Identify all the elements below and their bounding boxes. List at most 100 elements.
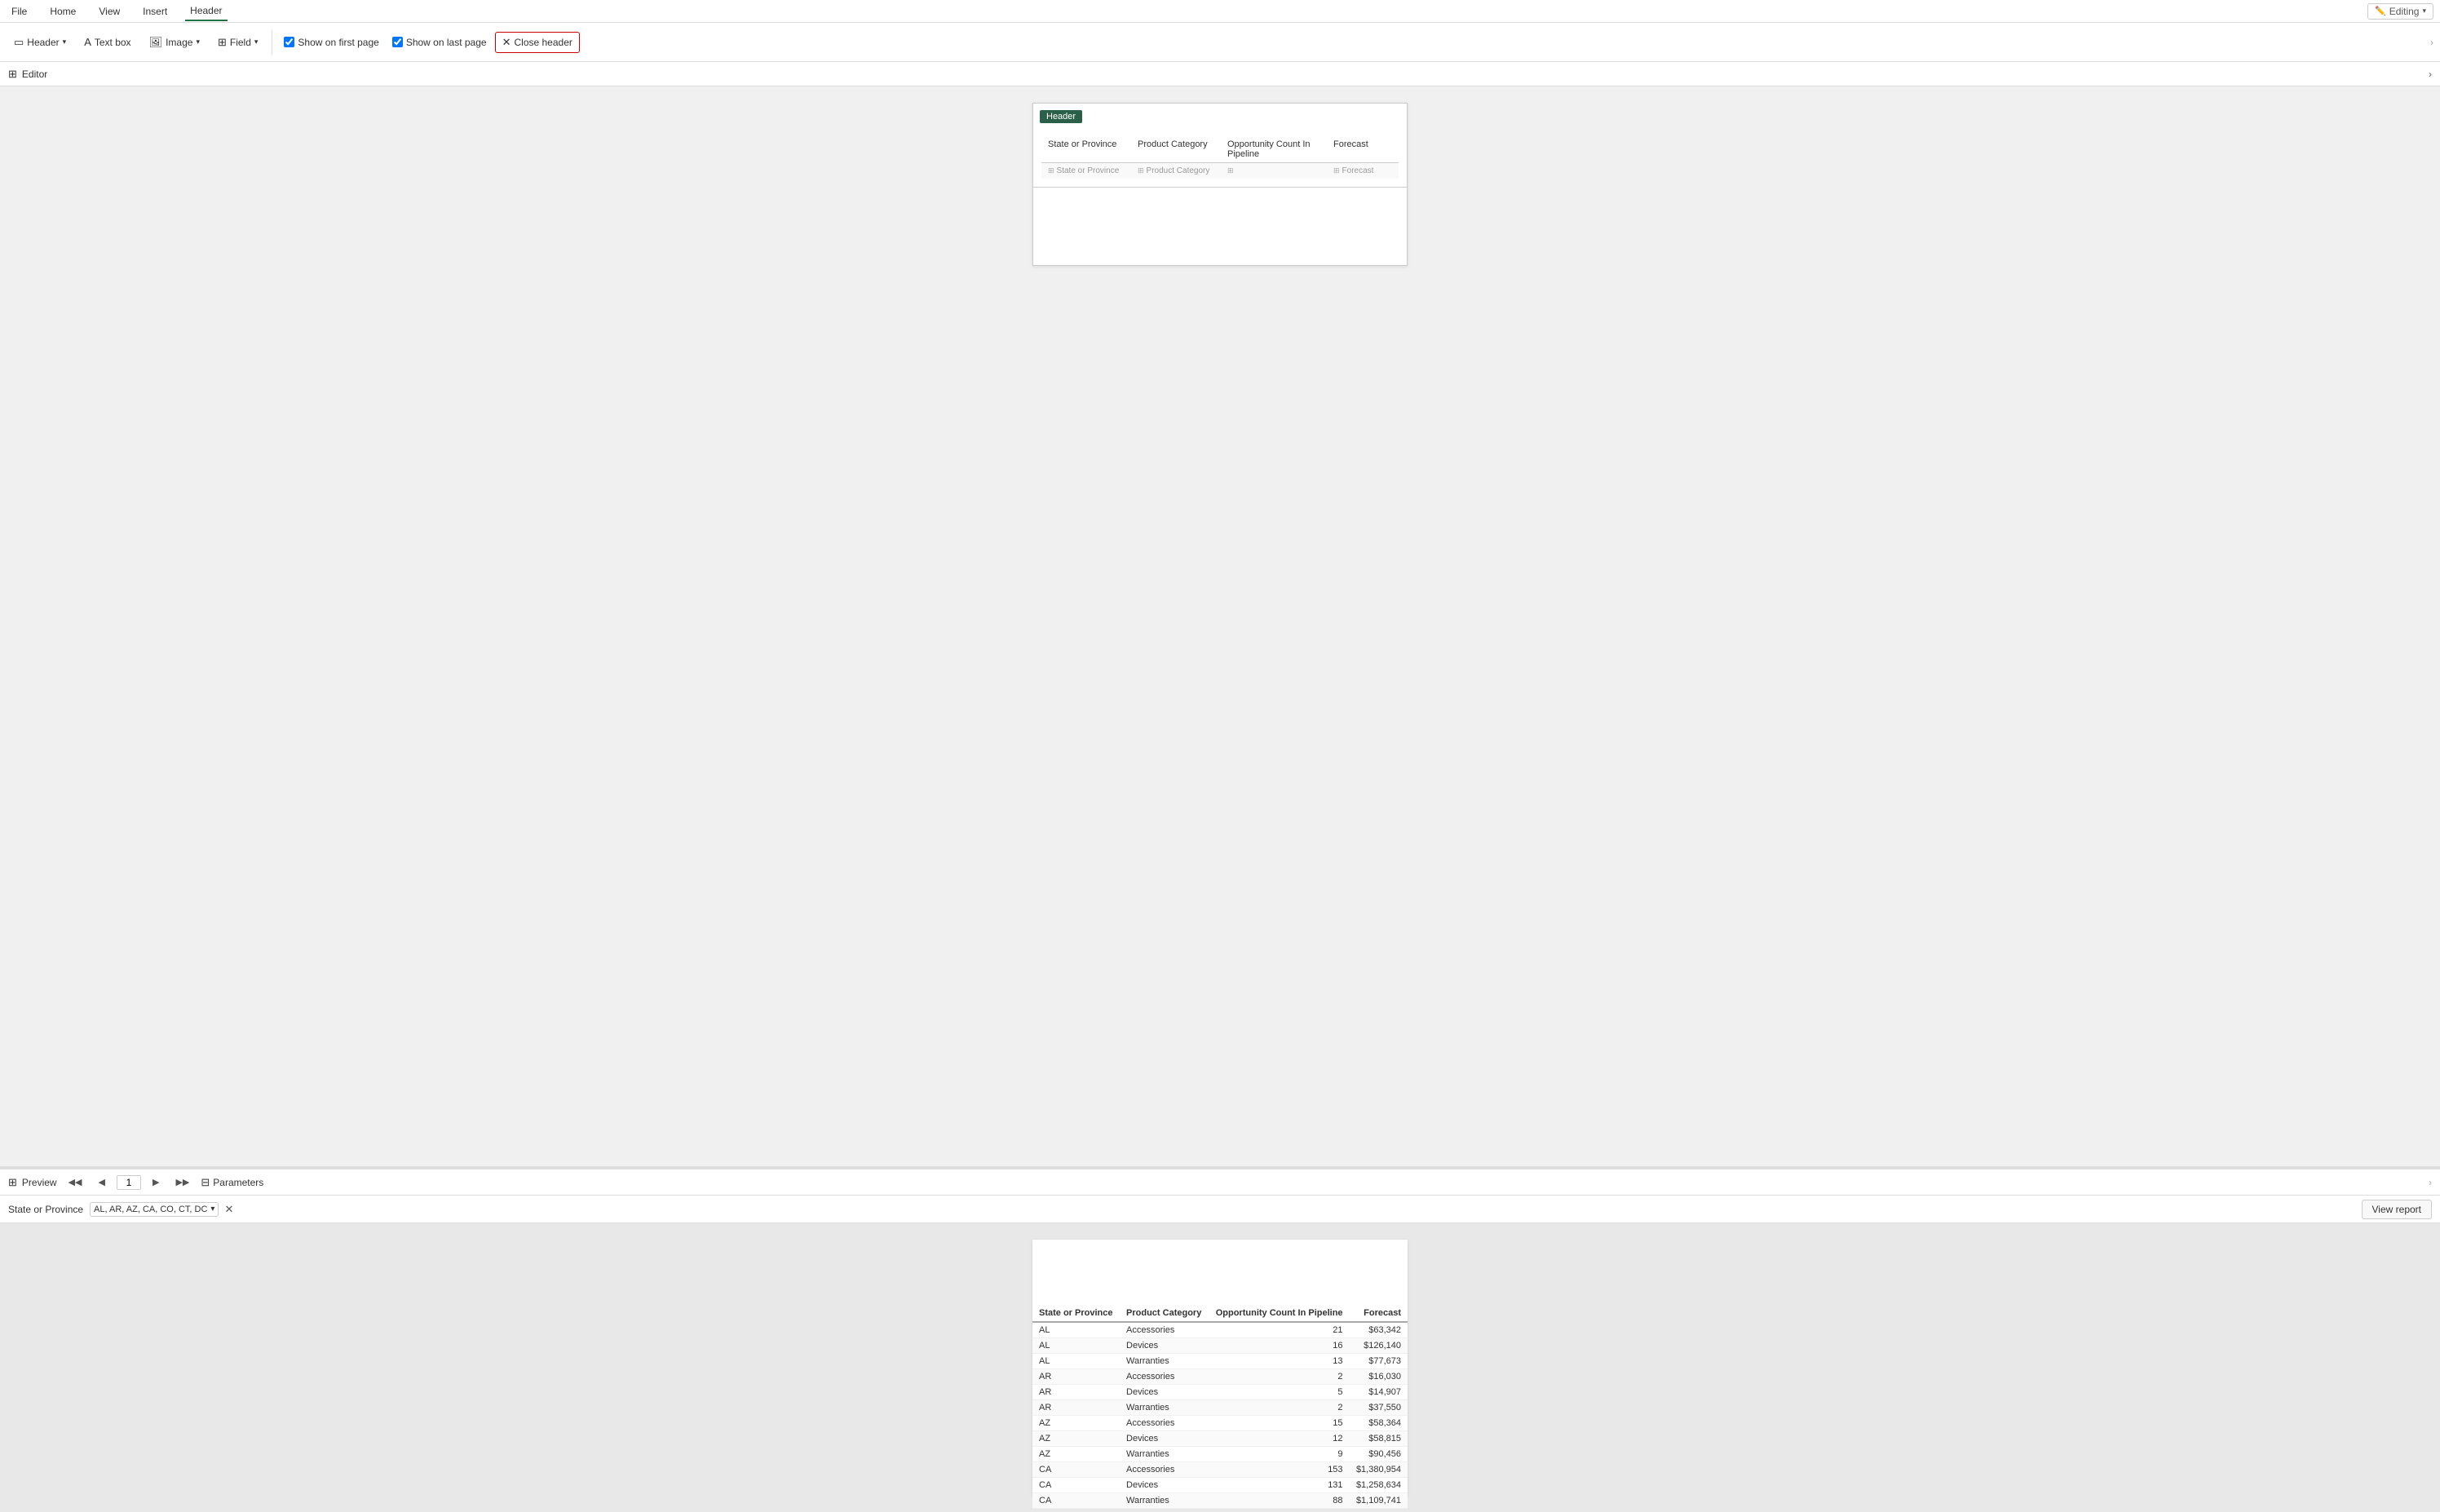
close-header-button[interactable]: ✕ Close header — [495, 32, 580, 53]
cell-forecast: $58,364 — [1350, 1416, 1408, 1431]
param-select[interactable]: AL, AR, AZ, CA, CO, CT, DC ▾ — [90, 1202, 219, 1217]
header-region[interactable]: Header State or Province Product Categor… — [1033, 104, 1407, 188]
cell-state: CO — [1032, 1509, 1120, 1512]
menu-insert[interactable]: Insert — [138, 2, 172, 20]
field-icon-1: ⊞ — [1048, 166, 1054, 175]
header-btn-caret: ▾ — [63, 38, 67, 46]
cell-state: CA — [1032, 1462, 1120, 1478]
cell-state: AL — [1032, 1354, 1120, 1369]
cell-category: Accessories — [1120, 1462, 1209, 1478]
table-row: AL Warranties 13 $77,673 — [1032, 1354, 1408, 1369]
cell-forecast: $58,815 — [1350, 1431, 1408, 1447]
textbox-button[interactable]: A Text box — [77, 32, 138, 52]
textbox-btn-label: Text box — [95, 37, 131, 48]
table-row: CA Devices 131 $1,258,634 — [1032, 1478, 1408, 1493]
parameters-icon: ⊟ — [201, 1176, 210, 1189]
cell-count: 2 — [1209, 1369, 1350, 1385]
menu-home[interactable]: Home — [45, 2, 81, 20]
show-last-page-input[interactable] — [392, 37, 403, 47]
preview-title-text: Preview — [22, 1177, 57, 1188]
editor-collapse-btn[interactable]: › — [2429, 69, 2432, 80]
nav-next-btn[interactable]: ▶ — [148, 1174, 164, 1190]
field-icon: ⊞ — [218, 36, 227, 49]
editor-table-data-row: ⊞ State or Province ⊞ Product Category ⊞… — [1041, 163, 1399, 179]
params-bar: State or Province AL, AR, AZ, CA, CO, CT… — [0, 1196, 2440, 1223]
cell-count: 12 — [1209, 1431, 1350, 1447]
parameters-button[interactable]: ⊟ Parameters — [201, 1176, 263, 1189]
cell-count: 13 — [1209, 1354, 1350, 1369]
field-button[interactable]: ⊞ Field ▾ — [210, 32, 265, 53]
header-button[interactable]: ▭ Header ▾ — [7, 32, 73, 53]
table-row: CO Accessories 17 $201,016 — [1032, 1509, 1408, 1512]
parameters-label: Parameters — [213, 1177, 263, 1188]
toolbar: ▭ Header ▾ A Text box 🖼 Image ▾ ⊞ Field … — [0, 23, 2440, 62]
param-label: State or Province — [8, 1204, 83, 1215]
cell-category: Accessories — [1120, 1509, 1209, 1512]
table-row: AL Devices 16 $126,140 — [1032, 1338, 1408, 1354]
editing-badge: ✏️ Editing ▾ — [2367, 3, 2433, 20]
cell-forecast: $37,550 — [1350, 1400, 1408, 1416]
preview-title: ⊞ Preview — [8, 1176, 57, 1189]
cell-state: AR — [1032, 1369, 1120, 1385]
view-report-button[interactable]: View report — [2362, 1200, 2432, 1219]
nav-last-btn[interactable]: ▶▶ — [170, 1174, 194, 1190]
cell-count: 2 — [1209, 1400, 1350, 1416]
cell-category: Devices — [1120, 1431, 1209, 1447]
cell-forecast: $1,380,954 — [1350, 1462, 1408, 1478]
cell-category: Devices — [1120, 1478, 1209, 1493]
toolbar-group-insert: ▭ Header ▾ A Text box 🖼 Image ▾ ⊞ Field … — [7, 32, 265, 53]
nav-first-btn[interactable]: ◀◀ — [64, 1174, 87, 1190]
cell-category: Devices — [1120, 1385, 1209, 1400]
param-clear-btn[interactable]: ✕ — [222, 1203, 236, 1215]
body-region — [1033, 188, 1407, 253]
cell-count: 9 — [1209, 1447, 1350, 1462]
editor-col-1: State or Province — [1045, 138, 1134, 161]
menu-view[interactable]: View — [94, 2, 125, 20]
editor-title-text: Editor — [22, 69, 47, 80]
image-button[interactable]: 🖼 Image ▾ — [142, 32, 207, 53]
table-row: AZ Accessories 15 $58,364 — [1032, 1416, 1408, 1431]
nav-prev-btn[interactable]: ◀ — [94, 1174, 110, 1190]
field-btn-caret: ▾ — [254, 38, 259, 46]
cell-state: CA — [1032, 1478, 1120, 1493]
cell-forecast: $1,109,741 — [1350, 1493, 1408, 1509]
editor-col-4: Forecast — [1330, 138, 1412, 161]
editor-data-1: ⊞ State or Province — [1045, 165, 1134, 177]
show-first-page-checkbox[interactable]: Show on first page — [279, 33, 383, 51]
show-first-page-input[interactable] — [284, 37, 294, 47]
cell-category: Accessories — [1120, 1416, 1209, 1431]
image-icon: 🖼 — [149, 36, 163, 49]
field-icon-4: ⊞ — [1333, 166, 1340, 175]
menu-file[interactable]: File — [7, 2, 32, 20]
editor-table-header: State or Province Product Category Oppor… — [1041, 136, 1399, 163]
cell-forecast: $77,673 — [1350, 1354, 1408, 1369]
cell-forecast: $14,907 — [1350, 1385, 1408, 1400]
editor-section-title: ⊞ Editor — [8, 68, 47, 81]
cell-count: 5 — [1209, 1385, 1350, 1400]
header-btn-label: Header — [27, 37, 59, 48]
show-first-page-label: Show on first page — [298, 37, 378, 48]
editor-section-bar: ⊞ Editor › — [0, 62, 2440, 86]
cell-state: CA — [1032, 1493, 1120, 1509]
menu-header[interactable]: Header — [185, 2, 227, 21]
image-btn-label: Image — [166, 37, 192, 48]
preview-top-space — [1032, 1240, 1408, 1305]
page-number-input[interactable] — [117, 1175, 141, 1190]
col-header-category: Product Category — [1120, 1305, 1209, 1322]
col-header-state: State or Province — [1032, 1305, 1120, 1322]
preview-section: ⊞ Preview ◀◀ ◀ ▶ ▶▶ ⊟ Parameters › State… — [0, 1169, 2440, 1512]
param-select-wrapper: AL, AR, AZ, CA, CO, CT, DC ▾ ✕ — [90, 1202, 236, 1217]
close-header-label: Close header — [514, 37, 572, 48]
cell-count: 15 — [1209, 1416, 1350, 1431]
header-label-tag: Header — [1040, 110, 1082, 123]
cell-state: AZ — [1032, 1416, 1120, 1431]
cell-category: Warranties — [1120, 1447, 1209, 1462]
cell-category: Warranties — [1120, 1354, 1209, 1369]
show-last-page-checkbox[interactable]: Show on last page — [387, 33, 492, 51]
cell-count: 131 — [1209, 1478, 1350, 1493]
preview-canvas-area: State or Province Product Category Oppor… — [0, 1223, 2440, 1512]
table-row: CA Accessories 153 $1,380,954 — [1032, 1462, 1408, 1478]
table-row: AL Accessories 21 $63,342 — [1032, 1322, 1408, 1338]
preview-icon: ⊞ — [8, 1176, 17, 1189]
cell-category: Accessories — [1120, 1369, 1209, 1385]
